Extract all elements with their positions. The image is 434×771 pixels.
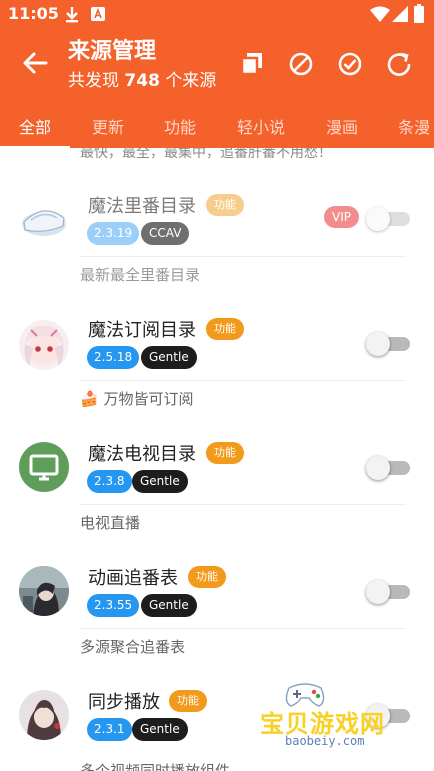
list-item[interactable]: 魔法电视目录 功能 2.3.8 Gentle 电视直播 xyxy=(0,430,434,554)
subtitle-suffix: 个来源 xyxy=(165,71,217,91)
source-description: 多个视频同时播放组件 xyxy=(80,762,231,771)
tab-webtoon[interactable]: 条漫 xyxy=(398,114,430,138)
tab-light-novel[interactable]: 轻小说 xyxy=(237,114,285,138)
author-badge: Gentle xyxy=(132,718,188,741)
list-item[interactable]: 魔法里番目录 功能 2.3.19 CCAV VIP 最新最全里番目录 xyxy=(0,182,434,306)
wifi-icon xyxy=(370,6,390,22)
list-item-description-partial: 最快，最全，最集中，追番肝番不用愁！ xyxy=(80,148,332,161)
source-count: 748 xyxy=(124,71,160,91)
source-name: 魔法电视目录 xyxy=(88,444,196,465)
source-list[interactable]: 最快，最全，最集中，追番肝番不用愁！ 魔法里番目录 功能 2.3.19 CCAV… xyxy=(0,148,434,771)
enable-toggle[interactable] xyxy=(366,456,412,480)
function-tag: 功能 xyxy=(206,194,244,216)
source-description: 最新最全里番目录 xyxy=(80,266,201,284)
author-badge: Gentle xyxy=(141,346,197,369)
back-arrow-icon[interactable] xyxy=(18,46,52,80)
version-badge: 2.5.18 xyxy=(87,346,140,369)
source-description: 电视直播 xyxy=(80,514,141,532)
divider xyxy=(80,380,406,381)
version-badge: 2.3.55 xyxy=(87,594,140,617)
anime-avatar xyxy=(19,690,69,740)
disable-all-icon[interactable] xyxy=(286,49,316,79)
version-badge: 2.3.19 xyxy=(87,222,140,245)
source-description: 🍰 万物皆可订阅 xyxy=(80,390,194,408)
watermark: 宝贝游戏网 baobeiy.com xyxy=(255,680,415,760)
anime-avatar xyxy=(19,566,69,616)
source-name: 同步播放 xyxy=(88,692,160,713)
source-name: 动画追番表 xyxy=(88,568,178,589)
enable-toggle[interactable] xyxy=(366,332,412,356)
battery-icon xyxy=(414,4,424,23)
tv-icon xyxy=(19,442,69,492)
copy-icon[interactable] xyxy=(238,49,268,79)
divider xyxy=(80,256,406,257)
version-badge: 2.3.8 xyxy=(87,470,132,493)
enable-toggle[interactable] xyxy=(366,207,412,231)
source-name: 魔法里番目录 xyxy=(88,196,196,217)
subtitle-prefix: 共发现 xyxy=(68,71,119,91)
function-tag: 功能 xyxy=(169,690,207,712)
app-notification-icon xyxy=(91,7,105,21)
refresh-icon[interactable] xyxy=(384,49,414,79)
glass-icon xyxy=(19,196,69,246)
author-badge: Gentle xyxy=(132,470,188,493)
function-tag: 功能 xyxy=(206,442,244,464)
tab-all[interactable]: 全部 xyxy=(19,114,51,138)
download-icon xyxy=(66,7,78,23)
version-badge: 2.3.1 xyxy=(87,718,132,741)
status-time: 11:05 xyxy=(8,4,59,23)
watermark-url: baobeiy.com xyxy=(285,734,365,748)
tab-update[interactable]: 更新 xyxy=(92,114,124,138)
list-item[interactable]: 动画追番表 功能 2.3.55 Gentle 多源聚合追番表 xyxy=(0,554,434,678)
tab-function[interactable]: 功能 xyxy=(164,114,196,138)
signal-icon xyxy=(392,6,408,22)
author-badge: CCAV xyxy=(141,222,190,245)
enable-toggle[interactable] xyxy=(366,580,412,604)
author-badge: Gentle xyxy=(141,594,197,617)
category-tabs: 全部 更新 功能 轻小说 漫画 条漫 xyxy=(0,100,434,148)
enable-all-icon[interactable] xyxy=(335,49,365,79)
vip-badge: VIP xyxy=(324,206,359,228)
function-tag: 功能 xyxy=(188,566,226,588)
divider xyxy=(80,628,406,629)
divider xyxy=(80,504,406,505)
source-description: 多源聚合追番表 xyxy=(80,638,186,656)
anime-avatar xyxy=(19,320,69,370)
app-bar: 来源管理 共发现 748 个来源 xyxy=(0,28,434,100)
source-count-subtitle: 共发现 748 个来源 xyxy=(68,66,216,91)
page-title: 来源管理 xyxy=(68,39,157,64)
tab-manga[interactable]: 漫画 xyxy=(326,114,358,138)
list-item[interactable]: 魔法订阅目录 功能 2.5.18 Gentle 🍰 万物皆可订阅 xyxy=(0,306,434,430)
status-bar: 11:05 xyxy=(0,0,434,28)
source-name: 魔法订阅目录 xyxy=(88,320,196,341)
function-tag: 功能 xyxy=(206,318,244,340)
